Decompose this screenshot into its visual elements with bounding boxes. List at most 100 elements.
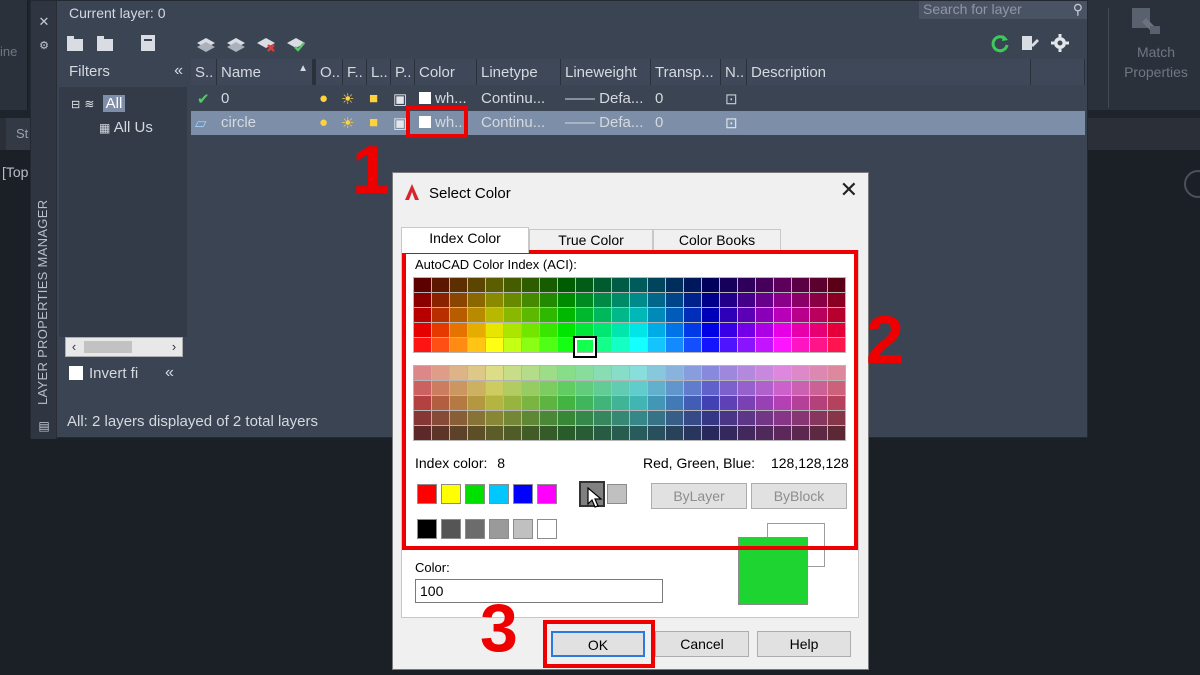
scroll-left-icon[interactable]: ‹	[66, 338, 82, 356]
ribbon-left-panel: ine	[0, 0, 28, 110]
column-on[interactable]: O..	[313, 59, 343, 85]
layer-thaw-sun-icon[interactable]: ☀	[341, 90, 354, 108]
filter-tree-all-used[interactable]: ▦ All Us	[99, 119, 153, 136]
filter-tree-all[interactable]: ⊟ ≋ All	[71, 95, 126, 112]
sort-asc-icon: ▲	[298, 63, 308, 74]
new-vp-freeze-icon[interactable]: ⊡	[725, 90, 738, 108]
layer-stack-icon: ▱	[195, 115, 207, 132]
layer-color-cell[interactable]: wh...	[419, 90, 467, 107]
layer-stack-icon: ≋	[84, 97, 95, 111]
tree-collapse-icon[interactable]: ⊟	[71, 99, 80, 111]
color-swatch	[419, 92, 431, 104]
collapse-filters-icon[interactable]: «	[174, 62, 183, 80]
new-property-filter-icon[interactable]	[65, 33, 87, 53]
close-icon[interactable]: ✕	[840, 179, 858, 201]
new-vp-freeze-icon[interactable]: ⊡	[725, 114, 738, 132]
column-freeze[interactable]: F..	[343, 59, 367, 85]
filter-tree: ⊟ ≋ All ▦ All Us	[59, 87, 187, 337]
current-layer-check-icon: ✔	[197, 91, 210, 108]
layer-thaw-sun-icon[interactable]: ☀	[341, 114, 354, 132]
column-lineweight[interactable]: Lineweight	[561, 59, 651, 85]
layer-row[interactable]: ▱ circle ● ☀ ■ ▣ wh... Continu... —— Def…	[191, 111, 1085, 135]
layer-row[interactable]: ✔ 0 ● ☀ ■ ▣ wh... Continu... —— Defa... …	[191, 87, 1085, 111]
color-input[interactable]: 100	[415, 579, 663, 603]
match-properties-label[interactable]: Match Properties	[1116, 42, 1196, 82]
filters-header: Filters «	[59, 59, 187, 85]
column-lock[interactable]: L..	[367, 59, 391, 85]
dialog-title-bar: Select Color	[403, 183, 511, 202]
step2-highlight-box	[402, 250, 858, 550]
invert-filter-row[interactable]: Invert fi «	[69, 364, 174, 382]
tab-true-color[interactable]: True Color	[529, 229, 653, 251]
refresh-icon[interactable]	[989, 33, 1011, 53]
filter-all-used-label: All Us	[113, 119, 153, 136]
search-icon[interactable]: ⚲	[1073, 1, 1083, 17]
layer-search-input[interactable]: Search for layer ⚲	[919, 1, 1087, 19]
ribbon-right-panel: Match Properties	[1088, 0, 1200, 110]
filters-label: Filters	[69, 63, 110, 80]
filter-icon: ▦	[99, 121, 111, 135]
palette-settings-icon[interactable]: ▤	[37, 419, 51, 433]
layer-transparency[interactable]: 0	[655, 90, 663, 107]
layer-unlock-icon[interactable]: ■	[369, 90, 378, 107]
properties-icon[interactable]: ⚙	[37, 39, 51, 53]
column-name-label: Name	[221, 64, 262, 81]
layer-linetype[interactable]: Continu...	[481, 90, 545, 107]
current-layer-label: Current layer: 0	[69, 5, 166, 21]
column-linetype[interactable]: Linetype	[477, 59, 561, 85]
new-layer-vp-frozen-icon[interactable]	[225, 33, 247, 53]
layer-unlock-icon[interactable]: ■	[369, 114, 378, 131]
cancel-button[interactable]: Cancel	[655, 631, 749, 657]
layer-name[interactable]: circle	[221, 114, 256, 131]
layer-lineweight[interactable]: —— Defa...	[565, 90, 643, 107]
filter-scrollbar[interactable]: ‹ ›	[65, 337, 183, 357]
layer-on-bulb-icon[interactable]: ●	[319, 114, 328, 131]
column-plot[interactable]: P..	[391, 59, 415, 85]
layer-color-name: wh...	[435, 90, 467, 107]
step2-number: 2	[866, 302, 904, 378]
help-button[interactable]: Help	[757, 631, 851, 657]
match-properties-icon[interactable]	[1128, 4, 1164, 38]
step1-highlight-box	[406, 106, 468, 138]
layer-lineweight[interactable]: —— Defa...	[565, 114, 643, 131]
invert-filter-checkbox[interactable]	[69, 366, 83, 380]
tab-index-color[interactable]: Index Color	[401, 227, 529, 253]
layer-lineweight-value: Defa...	[599, 90, 644, 107]
delete-layer-icon[interactable]	[255, 33, 277, 53]
column-new-vp-freeze[interactable]: N..	[721, 59, 747, 85]
column-color[interactable]: Color	[415, 59, 477, 85]
palette-side-bar: ✕ ⚙ LAYER PROPERTIES MANAGER ▤	[31, 1, 57, 439]
settings-gear-icon[interactable]	[1049, 33, 1071, 53]
column-extra[interactable]	[1031, 59, 1085, 85]
layer-on-bulb-icon[interactable]: ●	[319, 90, 328, 107]
scroll-thumb[interactable]	[84, 341, 132, 353]
layer-linetype[interactable]: Continu...	[481, 114, 545, 131]
new-layer-icon[interactable]	[195, 33, 217, 53]
column-status[interactable]: S..	[191, 59, 217, 85]
layer-transparency[interactable]: 0	[655, 114, 663, 131]
autocad-logo-icon	[405, 184, 419, 200]
layer-name[interactable]: 0	[221, 90, 229, 107]
viewport-view-label[interactable]: [Top	[2, 164, 28, 180]
override-icon[interactable]	[1019, 33, 1041, 53]
lineweight-line-icon: ——	[565, 90, 595, 107]
ribbon-left-label: ine	[0, 44, 18, 59]
auto-hide-icon[interactable]	[37, 15, 51, 29]
ribbon-separator	[1108, 8, 1109, 108]
document-tab[interactable]: St	[6, 118, 30, 150]
invert-filter-label: Invert fi	[89, 365, 139, 382]
scroll-right-icon[interactable]: ›	[166, 338, 182, 356]
column-transparency[interactable]: Transp...	[651, 59, 721, 85]
dialog-title: Select Color	[429, 185, 511, 202]
new-group-filter-icon[interactable]	[95, 33, 117, 53]
column-description[interactable]: Description	[747, 59, 1031, 85]
set-current-icon[interactable]	[285, 33, 307, 53]
collapse-pane-icon[interactable]: «	[165, 364, 174, 382]
palette-title: LAYER PROPERTIES MANAGER	[35, 199, 50, 405]
column-name[interactable]: Name ▲	[217, 59, 313, 85]
color-field-label: Color:	[415, 560, 450, 575]
layer-lineweight-value: Defa...	[599, 114, 644, 131]
filter-all-label: All	[102, 95, 126, 112]
tab-color-books[interactable]: Color Books	[653, 229, 781, 251]
layer-states-manager-icon[interactable]	[137, 33, 159, 53]
